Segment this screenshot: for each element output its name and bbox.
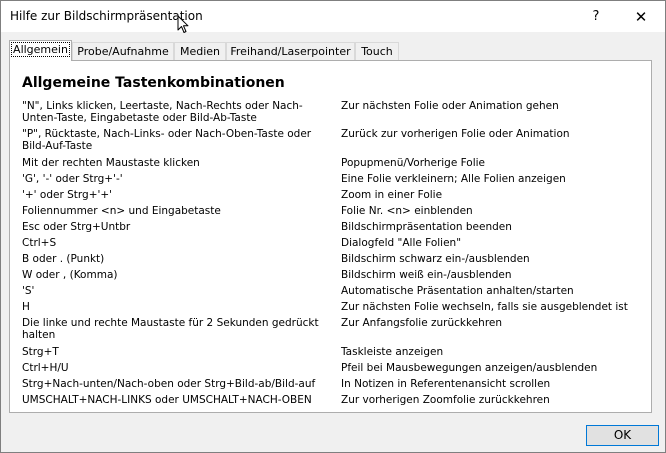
shortcut-keys: '+' oder Strg+'+' (22, 189, 113, 201)
tab-label: Allgemein (11, 42, 70, 57)
shortcut-action: Zur nächsten Folie wechseln, falls sie a… (341, 301, 628, 313)
shortcut-keys: "N", Links klicken, Leertaste, Nach-Rech… (22, 100, 303, 124)
shortcut-action: Bildschirmpräsentation beenden (341, 221, 512, 233)
shortcut-keys: 'G', '-' oder Strg+'-' (22, 173, 123, 185)
tab-freihand-laserpointer[interactable]: Freihand/Laserpointer (226, 42, 355, 60)
ok-button[interactable]: OK (586, 425, 659, 446)
shortcut-action: Automatische Präsentation anhalten/start… (341, 285, 574, 297)
shortcut-action: Pfeil bei Mausbewegungen anzeigen/ausble… (341, 362, 598, 374)
tab-label: Medien (179, 45, 221, 58)
shortcut-action: Taskleiste anzeigen (341, 346, 444, 358)
shortcut-action: Dialogfeld "Alle Folien" (341, 237, 462, 249)
shortcut-action: Popupmenü/Vorherige Folie (341, 157, 486, 169)
tab-probe-aufnahme[interactable]: Probe/Aufnahme (72, 42, 174, 60)
close-button[interactable]: ✕ (621, 4, 661, 30)
shortcut-action: Zur vorherigen Zoomfolie zurückkehren (341, 394, 550, 406)
tab-label: Freihand/Laserpointer (230, 45, 351, 58)
shortcut-action: Zur Anfangsfolie zurückkehren (341, 317, 503, 329)
shortcut-keys: 'S' (22, 285, 35, 297)
shortcut-keys: W oder , (Komma) (22, 269, 118, 281)
shortcut-action: Zoom in einer Folie (341, 189, 443, 201)
tab-allgemein[interactable]: Allgemein (9, 40, 72, 61)
shortcut-keys: Ctrl+S (22, 237, 57, 249)
shortcut-keys: Foliennummer <n> und Eingabetaste (22, 205, 221, 217)
shortcut-keys: Die linke und rechte Maustaste für 2 Sek… (22, 317, 319, 341)
title-bar: Hilfe zur Bildschirmpräsentation ? ✕ (1, 1, 665, 33)
shortcut-keys: "P", Rücktaste, Nach-Links- oder Nach-Ob… (22, 128, 312, 152)
help-button[interactable]: ? (584, 6, 608, 28)
tab-panel-allgemein: Allgemeine Tastenkombinationen "N", Link… (9, 60, 652, 413)
help-dialog: Hilfe zur Bildschirmpräsentation ? ✕ All… (0, 0, 666, 453)
tab-medien[interactable]: Medien (174, 42, 226, 60)
shortcut-keys: B oder . (Punkt) (22, 253, 105, 265)
tab-touch[interactable]: Touch (355, 42, 399, 60)
tab-label: Touch (361, 45, 393, 58)
shortcut-action: Bildschirm schwarz ein-/ausblenden (341, 253, 530, 265)
dialog-title: Hilfe zur Bildschirmpräsentation (10, 9, 203, 23)
panel-heading: Allgemeine Tastenkombinationen (22, 75, 285, 91)
shortcut-keys: Ctrl+H/U (22, 362, 69, 374)
shortcut-keys: Strg+Nach-unten/Nach-oben oder Strg+Bild… (22, 378, 316, 390)
shortcut-keys: Mit der rechten Maustaste klicken (22, 157, 200, 169)
shortcut-keys: H (22, 301, 30, 313)
shortcut-action: Folie Nr. <n> einblenden (341, 205, 473, 217)
shortcut-action: Zur nächsten Folie oder Animation gehen (341, 100, 559, 112)
shortcut-action: Bildschirm weiß ein-/ausblenden (341, 269, 512, 281)
tab-label: Probe/Aufnahme (77, 45, 169, 58)
shortcut-keys: Strg+T (22, 346, 59, 358)
shortcut-action: In Notizen in Referentenansicht scrollen (341, 378, 551, 390)
shortcut-keys: Esc oder Strg+Untbr (22, 221, 131, 233)
shortcut-action: Eine Folie verkleinern; Alle Folien anze… (341, 173, 566, 185)
mouse-cursor-icon (177, 15, 189, 33)
shortcut-keys: UMSCHALT+NACH-LINKS oder UMSCHALT+NACH-O… (22, 394, 312, 406)
shortcut-action: Zurück zur vorherigen Folie oder Animati… (341, 128, 570, 140)
